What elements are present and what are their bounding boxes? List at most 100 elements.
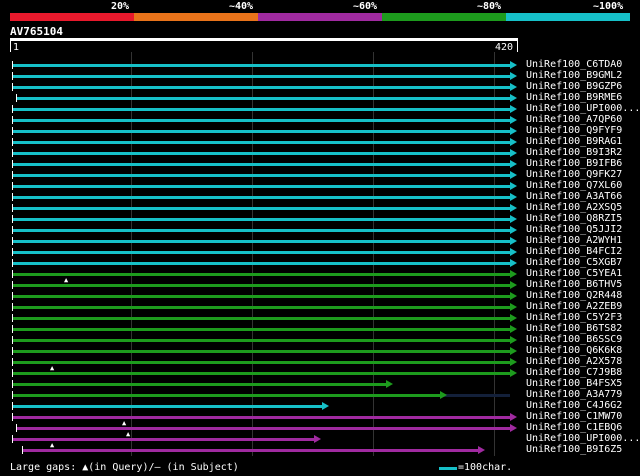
hit-arrowhead xyxy=(510,182,517,190)
legend-label-40: ~40% xyxy=(229,1,254,12)
hit-arrowhead xyxy=(510,303,517,311)
hit-label[interactable]: UniRef100_A2WYH1 xyxy=(526,235,622,246)
hit-bar[interactable] xyxy=(12,174,510,177)
hit-label[interactable]: UniRef100_C7J9B8 xyxy=(526,367,622,378)
hit-bar[interactable] xyxy=(12,218,510,221)
hit-label[interactable]: UniRef100_C5XGB7 xyxy=(526,257,622,268)
hit-label[interactable]: UniRef100_Q5JJI2 xyxy=(526,224,622,235)
hit-label[interactable]: UniRef100_A2XSQ5 xyxy=(526,202,622,213)
hit-label[interactable]: UniRef100_B9RAG1 xyxy=(526,136,622,147)
hit-bar[interactable] xyxy=(12,405,322,408)
hit-bar[interactable] xyxy=(12,284,510,287)
hit-label[interactable]: UniRef100_C1MW70 xyxy=(526,411,622,422)
query-gap-marker-icon: ▲ xyxy=(64,276,69,284)
hit-bar[interactable] xyxy=(12,416,510,419)
hit-bar[interactable] xyxy=(12,251,510,254)
hit-bar[interactable] xyxy=(12,130,510,133)
hit-bar[interactable] xyxy=(16,427,510,430)
hit-label[interactable]: UniRef100_Q7XL60 xyxy=(526,180,622,191)
hit-bar[interactable] xyxy=(12,350,510,353)
hit-label[interactable]: UniRef100_B9GML2 xyxy=(526,70,622,81)
hit-label[interactable]: UniRef100_UPI000... xyxy=(526,433,640,444)
hit-label[interactable]: UniRef100_A2X578 xyxy=(526,356,622,367)
hit-start-tick xyxy=(12,325,13,333)
hit-label[interactable]: UniRef100_A2ZEB9 xyxy=(526,301,622,312)
hit-label[interactable]: UniRef100_B9I3R2 xyxy=(526,147,622,158)
hit-bar[interactable] xyxy=(12,86,510,89)
hit-label[interactable]: UniRef100_C6TDA0 xyxy=(526,59,622,70)
query-start-tick xyxy=(10,41,11,52)
hit-label[interactable]: UniRef100_Q9FK27 xyxy=(526,169,622,180)
hit-start-tick xyxy=(12,369,13,377)
hit-bar[interactable] xyxy=(12,108,510,111)
hit-label[interactable]: UniRef100_B9RME6 xyxy=(526,92,622,103)
hit-bar[interactable] xyxy=(12,152,510,155)
hit-label[interactable]: UniRef100_Q8RZI5 xyxy=(526,213,622,224)
hit-arrowhead xyxy=(510,369,517,377)
hit-arrowhead xyxy=(510,237,517,245)
legend-segment-green xyxy=(382,13,506,21)
hit-bar[interactable] xyxy=(22,449,478,452)
hit-bar[interactable] xyxy=(12,64,510,67)
hit-label[interactable]: UniRef100_C5Y2F3 xyxy=(526,312,622,323)
hit-arrowhead xyxy=(386,380,393,388)
hit-label[interactable]: UniRef100_Q9FYF9 xyxy=(526,125,622,136)
query-gap-marker-icon: ▲ xyxy=(122,419,127,427)
hit-arrowhead xyxy=(322,402,329,410)
hit-label[interactable]: UniRef100_C5YEA1 xyxy=(526,268,622,279)
hit-label[interactable]: UniRef100_B6TS82 xyxy=(526,323,622,334)
hit-arrowhead xyxy=(510,72,517,80)
hit-label[interactable]: UniRef100_A7QP60 xyxy=(526,114,622,125)
hit-label[interactable]: UniRef100_B6SSC9 xyxy=(526,334,622,345)
hit-label[interactable]: UniRef100_B9I6Z5 xyxy=(526,444,622,455)
hit-bar[interactable] xyxy=(12,262,510,265)
hit-bar[interactable] xyxy=(12,317,510,320)
hit-bar[interactable] xyxy=(12,273,510,276)
hit-bar[interactable] xyxy=(12,163,510,166)
hit-bar[interactable] xyxy=(12,438,314,441)
hit-label[interactable]: UniRef100_B9GZP6 xyxy=(526,81,622,92)
hit-bar[interactable] xyxy=(12,119,510,122)
hit-label[interactable]: UniRef100_C4J6G2 xyxy=(526,400,622,411)
hit-start-tick xyxy=(12,303,13,311)
hit-start-tick xyxy=(12,259,13,267)
hit-label[interactable]: UniRef100_A3AT66 xyxy=(526,191,622,202)
hit-start-tick xyxy=(12,270,13,278)
hit-bar[interactable] xyxy=(12,207,510,210)
hit-arrowhead xyxy=(510,215,517,223)
hit-bar[interactable] xyxy=(12,196,510,199)
query-start-label: 1 xyxy=(13,42,20,53)
hit-label[interactable]: UniRef100_A3A779 xyxy=(526,389,622,400)
hit-label[interactable]: UniRef100_B9IFB6 xyxy=(526,158,622,169)
hit-bar[interactable] xyxy=(12,75,510,78)
hit-arrowhead xyxy=(510,193,517,201)
hit-bar[interactable] xyxy=(12,339,510,342)
hit-bar[interactable] xyxy=(12,394,440,397)
hit-bar[interactable] xyxy=(12,372,510,375)
hit-bar[interactable] xyxy=(16,97,510,100)
hit-label[interactable]: UniRef100_B6THV5 xyxy=(526,279,622,290)
hit-arrowhead xyxy=(440,391,447,399)
hit-bar[interactable] xyxy=(12,185,510,188)
hit-label[interactable]: UniRef100_B4FCI2 xyxy=(526,246,622,257)
hit-bar[interactable] xyxy=(12,229,510,232)
hit-bar[interactable] xyxy=(12,295,510,298)
hit-bar[interactable] xyxy=(12,240,510,243)
hit-label[interactable]: UniRef100_Q6K6K8 xyxy=(526,345,622,356)
hit-bar[interactable] xyxy=(12,141,510,144)
hit-start-tick xyxy=(12,72,13,80)
legend-segment-red xyxy=(10,13,134,21)
hit-label[interactable]: UniRef100_B4FSX5 xyxy=(526,378,622,389)
hit-label[interactable]: UniRef100_Q2R448 xyxy=(526,290,622,301)
hit-label[interactable]: UniRef100_UPI000... xyxy=(526,103,640,114)
hit-start-tick xyxy=(12,127,13,135)
hit-bar[interactable] xyxy=(12,383,386,386)
hit-start-tick xyxy=(12,138,13,146)
hit-bar[interactable] xyxy=(12,328,510,331)
hit-arrowhead xyxy=(510,127,517,135)
hit-bar[interactable] xyxy=(12,361,510,364)
hit-bar[interactable] xyxy=(12,306,510,309)
hit-start-tick xyxy=(12,435,13,443)
hit-label[interactable]: UniRef100_C1EBQ6 xyxy=(526,422,622,433)
legend-label-60: ~60% xyxy=(353,1,378,12)
